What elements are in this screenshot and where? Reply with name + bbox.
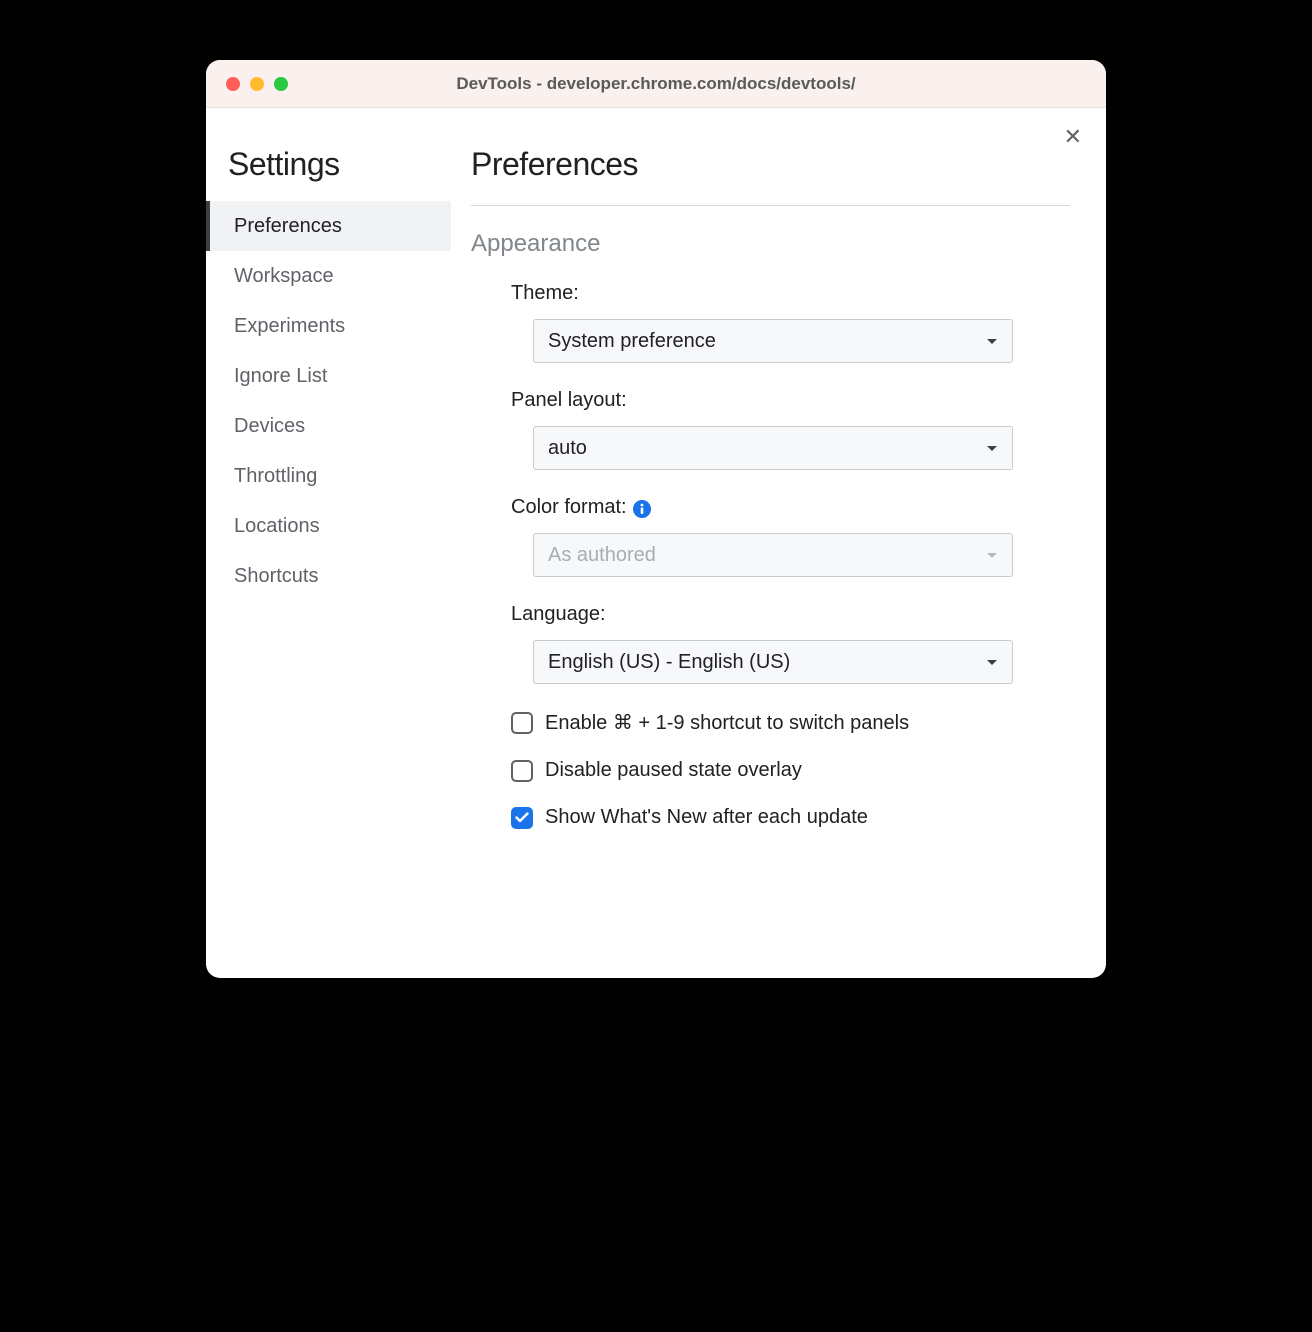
window: DevTools - developer.chrome.com/docs/dev… <box>206 60 1106 978</box>
language-select[interactable]: English (US) - English (US) <box>533 640 1013 684</box>
field-language: Language: English (US) - English (US) <box>471 603 1070 684</box>
sidebar-nav: PreferencesWorkspaceExperimentsIgnore Li… <box>206 201 451 601</box>
sidebar-item-workspace[interactable]: Workspace <box>206 251 451 301</box>
chevron-down-icon <box>986 552 998 559</box>
page-title: Preferences <box>471 146 1070 206</box>
field-color-format: Color format: As authored <box>471 496 1070 577</box>
checkbox-label: Disable paused state overlay <box>545 759 802 782</box>
theme-select[interactable]: System preference <box>533 319 1013 363</box>
main: Preferences Appearance Theme: System pre… <box>451 128 1106 978</box>
close-window-button[interactable] <box>226 77 240 91</box>
checkbox-row: Enable ⌘ + 1-9 shortcut to switch panels <box>471 710 1070 735</box>
color-format-select: As authored <box>533 533 1013 577</box>
language-label: Language: <box>511 603 1070 626</box>
panel-layout-value: auto <box>548 437 587 460</box>
minimize-window-button[interactable] <box>250 77 264 91</box>
checkbox[interactable] <box>511 807 533 829</box>
sidebar: Settings PreferencesWorkspaceExperiments… <box>206 128 451 978</box>
chevron-down-icon <box>986 338 998 345</box>
sidebar-item-preferences[interactable]: Preferences <box>206 201 451 251</box>
checkbox-label: Show What's New after each update <box>545 806 868 829</box>
checkbox-label: Enable ⌘ + 1-9 shortcut to switch panels <box>545 710 909 735</box>
checkbox-row: Disable paused state overlay <box>471 759 1070 782</box>
theme-value: System preference <box>548 330 716 353</box>
sidebar-title: Settings <box>206 146 451 201</box>
sidebar-item-throttling[interactable]: Throttling <box>206 451 451 501</box>
field-theme: Theme: System preference <box>471 282 1070 363</box>
body: ✕ Settings PreferencesWorkspaceExperimen… <box>206 108 1106 978</box>
sidebar-item-devices[interactable]: Devices <box>206 401 451 451</box>
sidebar-item-locations[interactable]: Locations <box>206 501 451 551</box>
checkbox-list: Enable ⌘ + 1-9 shortcut to switch panels… <box>471 710 1070 829</box>
chevron-down-icon <box>986 659 998 666</box>
theme-label: Theme: <box>511 282 1070 305</box>
color-format-value: As authored <box>548 544 656 567</box>
close-icon[interactable]: ✕ <box>1064 126 1082 148</box>
sidebar-item-experiments[interactable]: Experiments <box>206 301 451 351</box>
maximize-window-button[interactable] <box>274 77 288 91</box>
sidebar-item-ignore-list[interactable]: Ignore List <box>206 351 451 401</box>
info-icon[interactable] <box>633 500 651 518</box>
panel-layout-select[interactable]: auto <box>533 426 1013 470</box>
sidebar-item-shortcuts[interactable]: Shortcuts <box>206 551 451 601</box>
color-format-label: Color format: <box>511 496 1070 519</box>
section-appearance: Appearance <box>471 230 1070 258</box>
titlebar: DevTools - developer.chrome.com/docs/dev… <box>206 60 1106 108</box>
field-panel-layout: Panel layout: auto <box>471 389 1070 470</box>
panel-layout-label: Panel layout: <box>511 389 1070 412</box>
checkbox[interactable] <box>511 712 533 734</box>
checkbox-row: Show What's New after each update <box>471 806 1070 829</box>
traffic-lights <box>206 77 288 91</box>
chevron-down-icon <box>986 445 998 452</box>
checkbox[interactable] <box>511 760 533 782</box>
window-title: DevTools - developer.chrome.com/docs/dev… <box>206 74 1106 94</box>
language-value: English (US) - English (US) <box>548 651 790 674</box>
